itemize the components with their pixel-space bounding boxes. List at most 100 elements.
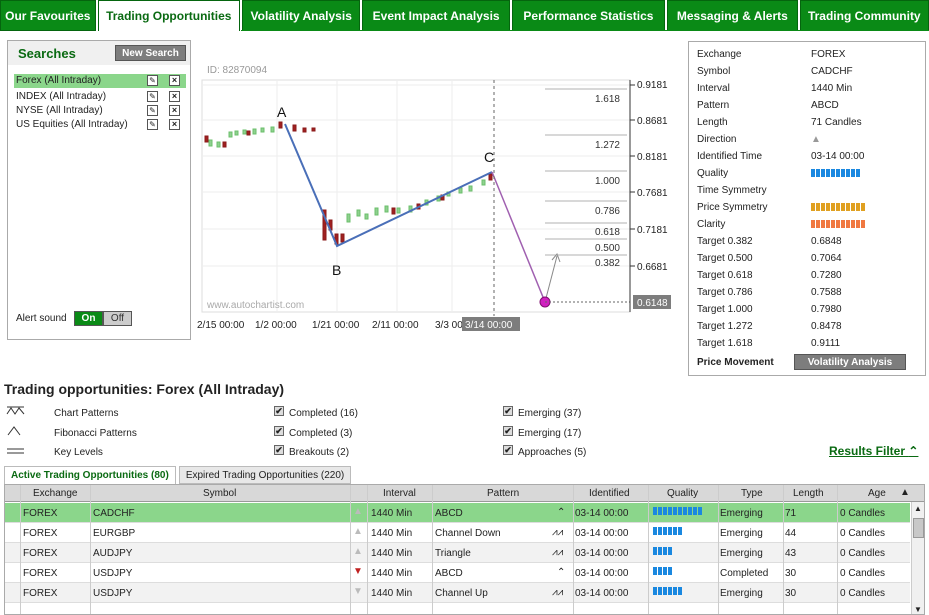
info-value: 0.7280 <box>811 270 842 281</box>
scroll-thumb[interactable] <box>913 518 924 538</box>
searches-header: Searches New Search <box>8 41 190 65</box>
cell-length: 30 <box>785 568 797 579</box>
delete-icon[interactable]: × <box>169 91 180 102</box>
meter-segment <box>841 169 845 177</box>
tab-messaging-alerts[interactable]: Messaging & Alerts <box>667 0 798 31</box>
tab-trading-opportunities[interactable]: Trading Opportunities <box>97 0 240 31</box>
header-interval[interactable]: Interval <box>383 488 416 499</box>
info-row: Time Symmetry <box>697 182 922 199</box>
cell-identified: 03-14 00:00 <box>575 548 629 559</box>
tab-volatility-analysis[interactable]: Volatility Analysis <box>241 0 361 31</box>
meter-segment <box>688 507 692 515</box>
table-row[interactable]: FOREX CADCHF 1440 Min ABCD 03-14 00:00 Emergi… <box>5 503 910 523</box>
delete-icon[interactable]: × <box>169 105 180 116</box>
meter-segment <box>663 527 667 535</box>
list-tabs: Active Trading Opportunities (80) Expire… <box>4 466 352 484</box>
tab-expired-opportunities[interactable]: Expired Trading Opportunities (220) <box>178 466 352 484</box>
meter-segment <box>841 220 845 228</box>
checkbox-chart-emerging[interactable]: ✔ <box>503 406 513 416</box>
info-row: Identified Time 03-14 00:00 <box>697 148 922 165</box>
chart-pattern-icon: ⩘⩘ <box>552 587 564 598</box>
search-item-us-equities[interactable]: US Equities (All Intraday) ✎ × <box>14 118 186 132</box>
header-quality[interactable]: Quality <box>667 488 698 499</box>
new-search-button[interactable]: New Search <box>115 45 186 61</box>
table-row[interactable]: FOREX USDJPY 1440 Min ABCD 03-14 00:00 Comple… <box>5 563 910 583</box>
tab-trading-community[interactable]: Trading Community <box>799 0 929 31</box>
cell-pattern: ABCD <box>435 508 463 519</box>
tab-event-impact-analysis[interactable]: Event Impact Analysis <box>362 0 510 31</box>
checkbox-fib-completed[interactable]: ✔ <box>274 426 284 436</box>
results-filter-link[interactable]: Results Filter ⌃ <box>829 444 918 458</box>
sort-up-icon[interactable]: ▲ <box>900 487 910 498</box>
fibonacci-pattern-icon: ⌃ <box>557 567 566 578</box>
direction-down-icon: ▼ <box>353 566 363 577</box>
opportunities-table: Exchange Symbol Interval Pattern Identif… <box>4 484 925 615</box>
info-row: Target 1.618 0.9111 <box>697 335 922 352</box>
cell-age: 0 Candles <box>840 508 886 519</box>
info-key: Identified Time <box>697 151 763 162</box>
date-tick: 2/11 00:00 <box>372 320 419 331</box>
checkbox-fib-emerging[interactable]: ✔ <box>503 426 513 436</box>
header-exchange[interactable]: Exchange <box>33 488 77 499</box>
edit-icon[interactable]: ✎ <box>147 119 158 130</box>
chart-id-label: ID: 82870094 <box>207 65 267 76</box>
table-row[interactable]: FOREX USDJPY 1440 Min Channel Up 03-14 00:00… <box>5 583 910 603</box>
pattern-chart[interactable]: ID: 82870094 1.618 1.272 1.000 0.786 0.6… <box>197 58 672 336</box>
alert-on-button[interactable]: On <box>74 311 103 326</box>
delete-icon[interactable]: × <box>169 75 180 86</box>
price-tick: 0.8681 <box>637 116 668 127</box>
checkbox-approaches[interactable]: ✔ <box>503 445 513 455</box>
fib-label: 1.000 <box>595 176 620 187</box>
info-row: Target 0.382 0.6848 <box>697 233 922 250</box>
tab-performance-statistics[interactable]: Performance Statistics <box>511 0 666 31</box>
header-pattern[interactable]: Pattern <box>487 488 519 499</box>
meter-segment <box>821 169 825 177</box>
edit-icon[interactable]: ✎ <box>147 105 158 116</box>
delete-icon[interactable]: × <box>169 119 180 130</box>
search-item-nyse[interactable]: NYSE (All Intraday) ✎ × <box>14 104 186 118</box>
header-symbol[interactable]: Symbol <box>203 488 236 499</box>
info-row: Direction ▲ <box>697 131 922 148</box>
header-length[interactable]: Length <box>793 488 824 499</box>
meter-segment <box>821 203 825 211</box>
info-row: Target 1.272 0.8478 <box>697 318 922 335</box>
table-row[interactable]: FOREX EURGBP 1440 Min Channel Down 03-14 00:… <box>5 523 910 543</box>
search-item-label: NYSE (All Intraday) <box>16 105 103 116</box>
checkbox-breakouts[interactable]: ✔ <box>274 445 284 455</box>
search-item-forex[interactable]: Forex (All Intraday) ✎ × <box>14 74 186 88</box>
scroll-down-icon[interactable]: ▼ <box>914 605 922 614</box>
meter-segment <box>653 587 657 595</box>
cell-symbol: CADCHF <box>93 508 135 519</box>
volatility-analysis-button[interactable]: Volatility Analysis <box>794 354 906 370</box>
meter-segment <box>673 527 677 535</box>
info-row: Length 71 Candles <box>697 114 922 131</box>
header-type[interactable]: Type <box>741 488 763 499</box>
fib-label: 1.272 <box>595 140 620 151</box>
info-row: Symbol CADCHF <box>697 63 922 80</box>
alert-sound-toggle[interactable]: On Off <box>74 311 132 326</box>
info-key: Time Symmetry <box>697 185 767 196</box>
fib-label: 1.618 <box>595 94 620 105</box>
scroll-up-icon[interactable]: ▲ <box>914 504 922 513</box>
meter-segment <box>861 220 865 228</box>
meter-segment <box>658 527 662 535</box>
header-age[interactable]: Age <box>868 488 886 499</box>
meter-segment <box>658 587 662 595</box>
cell-age: 0 Candles <box>840 548 886 559</box>
search-item-index[interactable]: INDEX (All Intraday) ✎ × <box>14 90 186 104</box>
cell-symbol: EURGBP <box>93 528 136 539</box>
table-scrollbar[interactable]: ▲ ▼ <box>911 502 924 614</box>
info-row: Quality <box>697 165 922 182</box>
point-a-label: A <box>277 104 287 120</box>
header-identified[interactable]: Identified <box>589 488 630 499</box>
edit-icon[interactable]: ✎ <box>147 91 158 102</box>
alert-off-button[interactable]: Off <box>103 311 132 326</box>
edit-icon[interactable]: ✎ <box>147 75 158 86</box>
checkbox-chart-completed[interactable]: ✔ <box>274 406 284 416</box>
table-row[interactable]: FOREX AUDJPY 1440 Min Triangle 03-14 00:00 Em… <box>5 543 910 563</box>
meter-segment <box>678 587 682 595</box>
tab-active-opportunities[interactable]: Active Trading Opportunities (80) <box>4 466 176 484</box>
point-c-label: C <box>484 149 494 165</box>
tab-our-favourites[interactable]: Our Favourites <box>0 0 96 31</box>
current-date-label: 3/14 00:00 <box>465 320 513 331</box>
